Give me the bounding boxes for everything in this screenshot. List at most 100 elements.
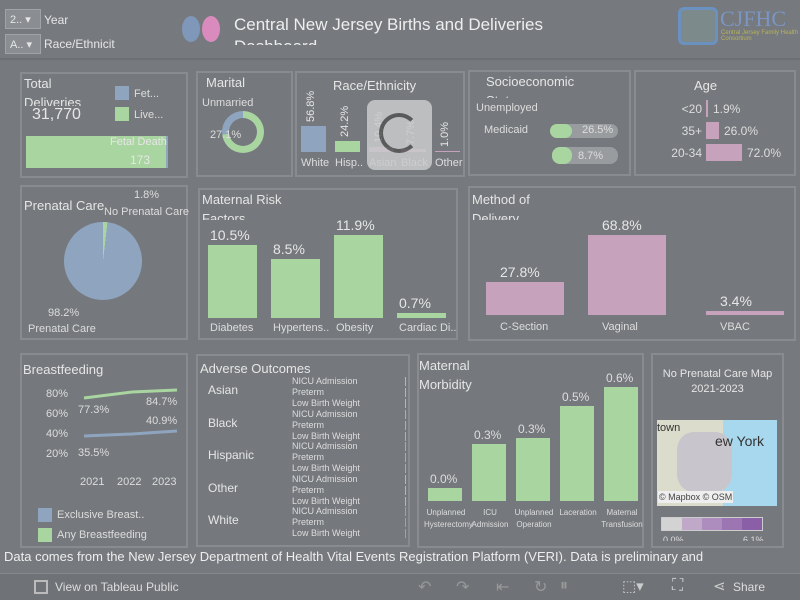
redo-icon[interactable]: ↷ <box>456 577 469 597</box>
morbidity-bar[interactable] <box>560 406 594 501</box>
morbidity-value: 0.5% <box>562 390 590 404</box>
legend-swatch-fetal <box>115 86 129 100</box>
dashboard-title: Central New Jersey Births and Deliveries <box>234 15 543 34</box>
map-label-newyork: ew York <box>715 433 765 449</box>
age-bar[interactable] <box>706 122 719 139</box>
undo-icon[interactable]: ↶ <box>418 577 431 597</box>
adverse-measure: NICU Admission <box>292 473 358 484</box>
adverse-bar[interactable] <box>405 529 406 538</box>
adverse-bar[interactable] <box>405 507 406 516</box>
total-value: 31,770 <box>32 106 81 123</box>
tableau-toolbar: View on Tableau Public ↶ ↷ ⇤ ↻ ⏸ ⬚▾ ⛶ ⋖ … <box>0 573 800 600</box>
legend-min: 0.0% <box>663 535 684 541</box>
logo-subtext: Central Jersey Family Health Consortium <box>721 30 799 42</box>
legend-exclusive: Exclusive Breast.. <box>57 509 145 521</box>
year-label: Year <box>44 13 69 27</box>
delivery-bar[interactable] <box>588 234 666 315</box>
revert-icon[interactable]: ⇤ <box>496 577 509 597</box>
race-bar[interactable] <box>301 126 326 152</box>
adverse-bar[interactable] <box>405 431 406 441</box>
morbidity-bar[interactable] <box>472 444 506 501</box>
adverse-bar[interactable] <box>405 464 406 473</box>
race-label: Race/Ethnicit <box>44 37 115 51</box>
risk-bar[interactable] <box>208 244 257 318</box>
race-filter[interactable]: A.. ▾ <box>5 34 41 54</box>
socio-value-medicaid: 8.7% <box>578 150 604 162</box>
delivery-title: Method of Delivery <box>472 192 530 220</box>
age-label: 20-34 <box>671 146 702 160</box>
pause-icon[interactable]: ⏸ <box>560 577 568 595</box>
risk-bar[interactable] <box>397 313 446 318</box>
socio-title: Socioeconomic Status <box>486 74 575 98</box>
footprints-logo <box>180 12 225 44</box>
legend-max: 6.1% <box>743 535 764 541</box>
age-bar[interactable] <box>706 144 742 161</box>
adverse-bar[interactable] <box>405 496 406 506</box>
morbidity-category: Unplanned Operation <box>514 508 554 529</box>
adverse-bar[interactable] <box>405 388 406 397</box>
maternal-risk-panel: Maternal Risk Factors 10.5% Diabetes 8.5% H… <box>198 188 458 340</box>
race-category: White <box>301 157 330 169</box>
tableau-icon <box>34 580 48 594</box>
fetal-death-label: Fetal Death <box>110 136 167 148</box>
adverse-bar[interactable] <box>405 399 406 408</box>
map-color-legend <box>661 517 763 531</box>
delivery-bar[interactable] <box>486 282 564 315</box>
marital-value: 27.1% <box>210 129 242 141</box>
year-filter[interactable]: 2.. ▾ <box>5 9 41 29</box>
adverse-group: Other <box>208 480 239 495</box>
legend-any: Any Breastfeeding <box>57 529 147 541</box>
map-attribution[interactable]: © Mapbox © OSM <box>658 491 734 503</box>
age-bar[interactable] <box>706 100 708 117</box>
morbidity-bar[interactable] <box>428 487 462 501</box>
refresh-icon[interactable]: ↻ <box>534 577 547 597</box>
morbidity-bar[interactable] <box>604 387 638 501</box>
delivery-bar[interactable] <box>706 311 784 315</box>
share-icon[interactable]: ⋖ <box>713 577 726 595</box>
view-on-tableau-link[interactable]: View on Tableau Public <box>55 580 179 594</box>
prenatal-care-panel: Prenatal Care 1.8% No Prenatal Care 98.2… <box>20 185 189 340</box>
no-prenatal-value: 1.8% <box>134 189 160 201</box>
year-tick: 2021 <box>80 476 105 488</box>
adverse-bar[interactable] <box>405 409 406 419</box>
adverse-bar[interactable] <box>405 453 406 462</box>
fetal-death-value: 173 <box>130 153 151 167</box>
risk-value: 10.5% <box>210 226 250 243</box>
prenatal-pie[interactable] <box>64 222 142 300</box>
adverse-bar[interactable] <box>405 474 406 484</box>
age-value: 1.9% <box>713 102 741 116</box>
morbidity-bar[interactable] <box>516 438 550 501</box>
year-tick: 2022 <box>117 476 142 488</box>
adverse-bar[interactable] <box>405 377 406 386</box>
adverse-measure: NICU Admission <box>292 376 358 386</box>
adverse-group: Black <box>208 415 238 430</box>
adverse-bar[interactable] <box>405 420 406 430</box>
share-button[interactable]: Share <box>733 580 765 594</box>
fullscreen-icon[interactable]: ⛶ <box>672 577 683 595</box>
risk-bar[interactable] <box>334 234 383 318</box>
race-bar[interactable] <box>335 141 360 152</box>
adverse-measure: Preterm <box>292 387 325 397</box>
no-prenatal-map[interactable]: town ew York © Mapbox © OSM <box>657 420 777 506</box>
adverse-bar[interactable] <box>405 485 406 495</box>
socio-label-medicaid: Medicaid <box>484 124 529 136</box>
morbidity-category: ICU Admission <box>471 508 509 529</box>
morbidity-title: Maternal Morbidity <box>419 358 472 392</box>
morbidity-category: Unplanned Hysterectomy <box>424 508 473 529</box>
marital-status-panel: Marital Status Unmarried 27.1% <box>196 71 293 177</box>
morbidity-category: Maternal Transfusion <box>601 508 643 529</box>
risk-value: 11.9% <box>336 216 375 233</box>
age-title: Age <box>694 78 718 93</box>
adverse-measure: Preterm <box>292 419 325 430</box>
adverse-group: Asian <box>208 383 239 397</box>
download-icon[interactable]: ⬚▾ <box>622 577 644 595</box>
race-bar[interactable] <box>435 151 460 152</box>
excl-value-2021: 35.5% <box>78 447 110 459</box>
risk-bar[interactable] <box>271 258 320 318</box>
race-value: 56.8% <box>305 91 317 123</box>
race-category: Hisp.. <box>335 157 364 169</box>
adverse-bar[interactable] <box>405 518 406 527</box>
adverse-bar[interactable] <box>405 442 406 451</box>
risk-category: Diabetes <box>210 322 254 334</box>
adverse-measure: Preterm <box>292 484 325 495</box>
